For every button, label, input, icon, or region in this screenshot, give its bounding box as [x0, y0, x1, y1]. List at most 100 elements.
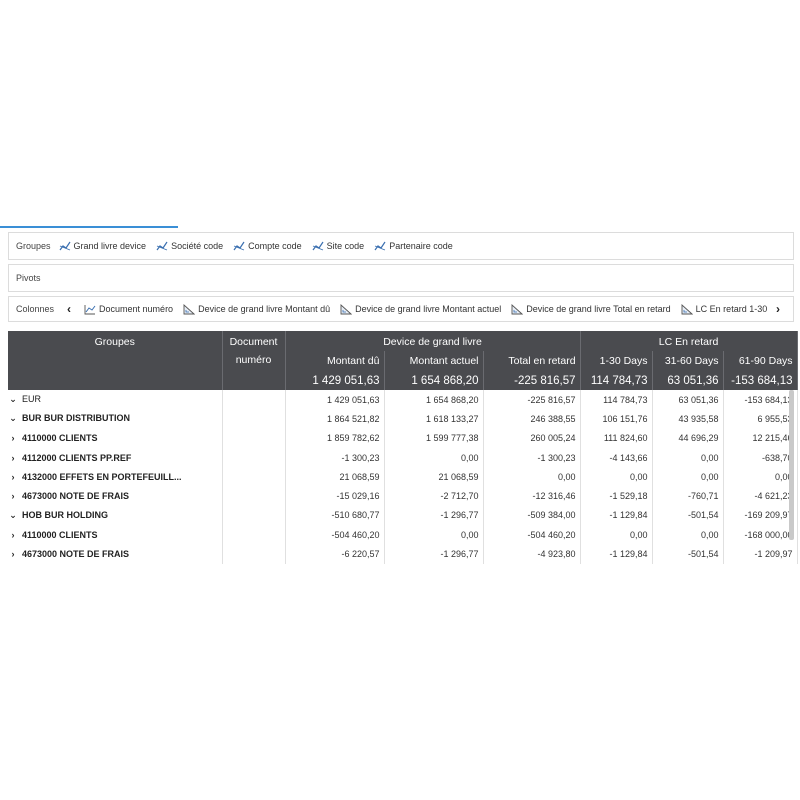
table-row[interactable]: ⌄ HOB BUR HOLDING -510 680,77 -1 296,77 -… [8, 505, 798, 526]
row-group-cell[interactable]: › 4112000 CLIENTS PP.REF [8, 447, 223, 468]
row-label: 4673000 NOTE DE FRAIS [22, 549, 130, 560]
header-31-60-days[interactable]: 31-60 Days [652, 351, 724, 371]
row-group-cell[interactable]: › 4110000 CLIENTS [8, 428, 223, 448]
cell: 0,00 [652, 467, 724, 487]
ruler-triangle-icon [183, 303, 196, 314]
table-row[interactable]: › 4673000 NOTE DE FRAIS -15 029,16 -2 712… [8, 486, 798, 506]
colonnes-label: Colonnes [16, 304, 55, 314]
table-row[interactable]: › 4132000 EFFETS EN PORTEFEUILL... 21 068… [8, 467, 798, 487]
header-totals-blank [8, 371, 223, 390]
cell: 44 696,29 [652, 428, 724, 448]
row-group-cell[interactable]: ⌄ EUR [8, 390, 223, 410]
chevron-right-icon[interactable]: › [8, 491, 18, 501]
table-row[interactable]: › 4110000 CLIENTS 1 859 782,62 1 599 777,… [8, 428, 798, 448]
active-tab-indicator [0, 226, 178, 228]
chevron-down-icon[interactable]: ⌄ [8, 413, 18, 424]
colonne-chip-total-retard[interactable]: Device de grand livre Total en retard [511, 303, 671, 315]
scroll-right-button[interactable]: › [771, 302, 785, 316]
cell: 63 051,36 [652, 390, 724, 410]
cell: 0,00 [580, 467, 653, 487]
cell: -1 300,23 [285, 447, 385, 468]
groupe-chip-label: Grand livre device [73, 241, 147, 251]
row-label: 4110000 CLIENTS [22, 529, 98, 540]
cell: -509 384,00 [483, 505, 581, 526]
cell: 0,00 [652, 525, 724, 545]
row-label: BUR BUR DISTRIBUTION [22, 413, 130, 424]
total-1-30: 114 784,73 [580, 371, 653, 390]
cell: -4 621,23 [723, 486, 798, 506]
pivots-zone[interactable]: Pivots [8, 264, 794, 292]
row-group-cell[interactable]: › 4132000 EFFETS EN PORTEFEUILL... [8, 467, 223, 487]
groupes-label: Groupes [16, 241, 51, 251]
chevron-right-icon[interactable]: › [8, 472, 18, 482]
table-row[interactable]: ⌄ EUR 1 429 051,63 1 654 868,20 -225 816,… [8, 390, 798, 410]
total-montant-actuel: 1 654 868,20 [384, 371, 484, 390]
chevron-down-icon[interactable]: ⌄ [8, 394, 18, 405]
header-document-line2: numéro [235, 354, 272, 366]
row-label: HOB BUR HOLDING [22, 509, 108, 520]
header-montant-actuel[interactable]: Montant actuel [384, 351, 484, 371]
groupes-zone[interactable]: Groupes Grand livre device Société code … [8, 232, 794, 260]
scroll-left-button[interactable]: ‹ [62, 302, 76, 316]
chevron-right-icon[interactable]: › [8, 453, 18, 463]
table-row[interactable]: › 4673000 NOTE DE FRAIS -6 220,57 -1 296,… [8, 544, 798, 564]
row-group-cell[interactable]: ⌄ BUR BUR DISTRIBUTION [8, 409, 223, 429]
cell-document [222, 428, 286, 448]
row-label: 4132000 EFFETS EN PORTEFEUILL... [22, 471, 182, 482]
colonne-chip-lc-retard-1-30[interactable]: LC En retard 1-30 [681, 303, 767, 315]
ruler-triangle-icon [511, 303, 524, 314]
row-label: EUR [22, 394, 42, 405]
table-row[interactable]: › 4112000 CLIENTS PP.REF -1 300,23 0,00 -… [8, 447, 798, 468]
total-montant-du: 1 429 051,63 [285, 371, 385, 390]
groupe-chip-compte-code[interactable]: Compte code [233, 241, 302, 251]
header-1-30-days[interactable]: 1-30 Days [580, 351, 653, 371]
table-row[interactable]: › 4110000 CLIENTS -504 460,20 0,00 -504 4… [8, 525, 798, 545]
header-document-line1: Document [229, 336, 278, 348]
groupe-chip-grand-livre-device[interactable]: Grand livre device [59, 241, 147, 251]
header-lc-group[interactable]: LC En retard [580, 331, 798, 351]
row-group-cell[interactable]: › 4673000 NOTE DE FRAIS [8, 486, 223, 506]
cell: -1 209,97 [723, 544, 798, 564]
cell: -1 296,77 [384, 544, 484, 564]
row-group-cell[interactable]: ⌄ HOB BUR HOLDING [8, 505, 223, 526]
chevron-right-icon[interactable]: › [8, 530, 18, 540]
cell-document [222, 390, 286, 410]
cell: 0,00 [483, 467, 581, 487]
groupe-chip-partenaire-code[interactable]: Partenaire code [374, 241, 453, 251]
cell: 43 935,58 [652, 409, 724, 429]
colonne-chip-montant-actuel[interactable]: Device de grand livre Montant actuel [340, 303, 501, 315]
cell: -1 529,18 [580, 486, 653, 506]
table-row[interactable]: ⌄ BUR BUR DISTRIBUTION 1 864 521,82 1 618… [8, 409, 798, 429]
cell-document [222, 409, 286, 429]
row-group-cell[interactable]: › 4110000 CLIENTS [8, 525, 223, 545]
chevron-down-icon[interactable]: ⌄ [8, 510, 18, 521]
cell: -501,54 [652, 505, 724, 526]
colonnes-zone[interactable]: Colonnes ‹ Document numéro Device de gra… [8, 296, 794, 322]
row-group-cell[interactable]: › 4673000 NOTE DE FRAIS [8, 544, 223, 564]
header-document-numero[interactable]: Document numéro [222, 331, 286, 390]
total-31-60: 63 051,36 [652, 371, 724, 390]
groupe-chip-site-code[interactable]: Site code [312, 241, 364, 251]
group-field-icon [156, 241, 168, 251]
header-montant-du[interactable]: Montant dû [285, 351, 385, 371]
header-total-retard[interactable]: Total en retard [483, 351, 581, 371]
colonne-chip-montant-du[interactable]: Device de grand livre Montant dû [183, 303, 330, 315]
chevron-right-icon[interactable]: › [8, 433, 18, 443]
groupe-chip-societe-code[interactable]: Société code [156, 241, 223, 251]
header-device-group[interactable]: Device de grand livre [285, 331, 581, 351]
chevron-right-icon[interactable]: › [8, 549, 18, 559]
ruler-triangle-icon [681, 303, 693, 314]
groupe-chip-label: Compte code [248, 241, 302, 251]
header-groupes[interactable]: Groupes [8, 331, 223, 371]
cell-document [222, 467, 286, 487]
cell: -638,70 [723, 447, 798, 468]
row-label: 4112000 CLIENTS PP.REF [22, 452, 132, 463]
cell: 114 784,73 [580, 390, 653, 410]
header-61-90-days[interactable]: 61-90 Days [723, 351, 798, 371]
cell: 1 864 521,82 [285, 409, 385, 429]
pivots-label: Pivots [16, 273, 41, 283]
vertical-scrollbar[interactable] [789, 390, 794, 540]
cell-document [222, 486, 286, 506]
colonne-chip-document-numero[interactable]: Document numéro [84, 304, 173, 315]
group-field-icon [233, 241, 245, 251]
